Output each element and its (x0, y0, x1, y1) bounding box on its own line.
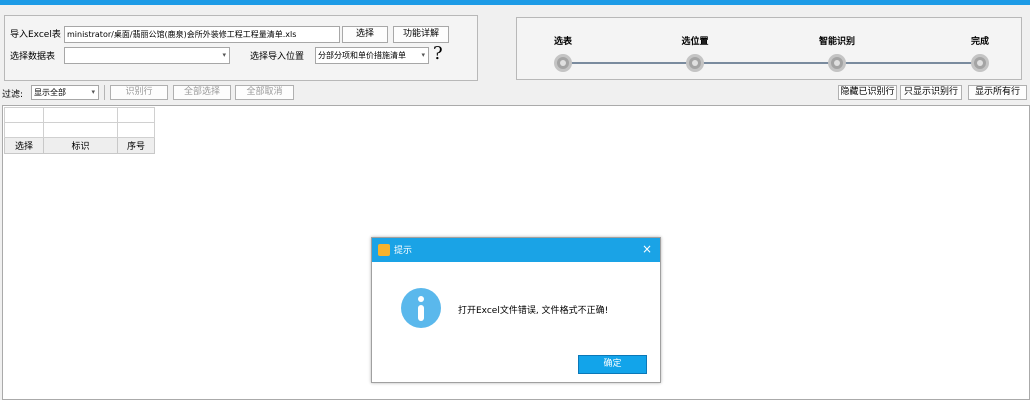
grid-blank-row (4, 107, 155, 123)
step-dot-3 (828, 54, 846, 72)
close-icon[interactable]: × (642, 242, 652, 256)
position-select[interactable]: 分部分项和单价措施清单 ▾ (315, 47, 429, 64)
dialog-title: 提示 (394, 246, 413, 256)
grid-blank-row (4, 122, 155, 138)
cancel-all-button[interactable]: 全部取消 (235, 85, 294, 100)
info-icon (401, 288, 441, 328)
sheet-label: 选择数据表 (10, 52, 56, 62)
filter-divider (104, 85, 105, 100)
column-header-number[interactable]: 序号 (117, 137, 155, 154)
filter-select[interactable]: 显示全部 ▾ (31, 85, 99, 100)
progress-steps-panel: 选表 选位置 智能识别 完成 (516, 17, 1022, 80)
only-identified-rows-button[interactable]: 只显示识别行 (900, 85, 962, 100)
filter-label: 过滤: (2, 90, 24, 100)
help-icon[interactable]: ? (433, 43, 443, 64)
app-logo-icon (378, 244, 390, 256)
hide-identified-rows-button[interactable]: 隐藏已识别行 (838, 85, 897, 100)
excel-path-field[interactable]: ministrator/桌面/翡丽公馆(鹿泉)会所外装修工程工程量清单.xls (64, 26, 340, 43)
step-label-1: 选表 (553, 37, 572, 47)
step-dot-2 (686, 54, 704, 72)
excel-label: 导入Excel表 (10, 30, 61, 40)
filter-select-value: 显示全部 (34, 88, 66, 97)
position-label: 选择导入位置 (250, 52, 305, 62)
steps-connector-line (571, 62, 975, 64)
column-header-select[interactable]: 选择 (4, 137, 44, 154)
dialog-message: 打开Excel文件错误, 文件格式不正确! (458, 306, 609, 316)
grid-header-row: 选择 标识 序号 (4, 137, 155, 154)
identify-row-button[interactable]: 识别行 (110, 85, 168, 100)
message-dialog: 提示 × 打开Excel文件错误, 文件格式不正确! 确定 (371, 237, 661, 383)
step-dot-4 (971, 54, 989, 72)
data-grid: 选择 标识 序号 (4, 107, 155, 154)
position-value: 分部分项和单价措施清单 (318, 51, 406, 60)
show-all-rows-button[interactable]: 显示所有行 (968, 85, 1027, 100)
chevron-down-icon: ▾ (222, 51, 226, 59)
step-label-4: 完成 (970, 37, 989, 47)
sheet-select[interactable]: ▾ (64, 47, 230, 64)
function-detail-button[interactable]: 功能详解 (393, 26, 449, 43)
step-label-2: 选位置 (681, 37, 709, 47)
ok-button[interactable]: 确定 (578, 355, 647, 374)
import-panel: 导入Excel表 ministrator/桌面/翡丽公馆(鹿泉)会所外装修工程工… (4, 15, 478, 81)
chevron-down-icon: ▾ (91, 88, 95, 96)
select-all-button[interactable]: 全部选择 (173, 85, 231, 100)
chevron-down-icon: ▾ (421, 51, 425, 59)
dialog-title-bar[interactable]: 提示 × (372, 238, 660, 262)
top-accent-bar (0, 0, 1030, 5)
step-label-3: 智能识别 (818, 37, 855, 47)
step-dot-1 (554, 54, 572, 72)
select-file-button[interactable]: 选择 (342, 26, 388, 43)
column-header-mark[interactable]: 标识 (43, 137, 118, 154)
